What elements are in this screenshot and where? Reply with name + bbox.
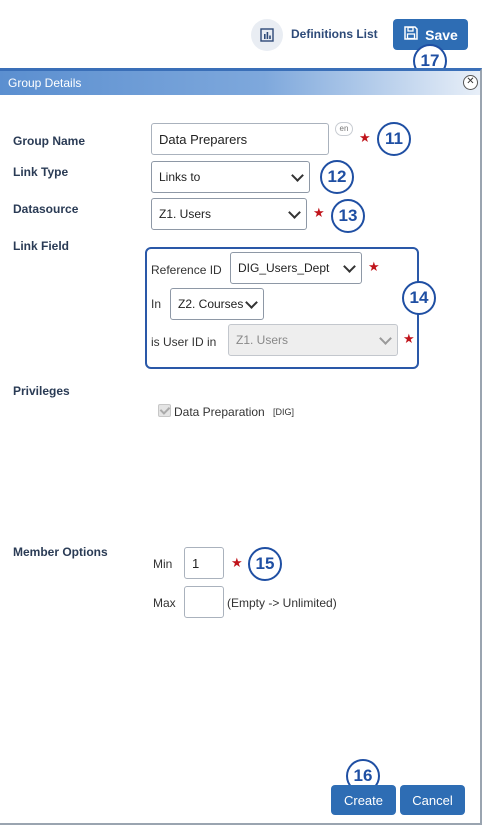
datasource-value: Z1. Users (159, 207, 212, 221)
max-label: Max (153, 596, 176, 610)
privileges-label: Privileges (13, 384, 70, 398)
link-type-label: Link Type (13, 165, 69, 179)
min-members-input[interactable]: 1 (184, 547, 224, 579)
chevron-down-icon (343, 259, 356, 273)
min-label: Min (153, 557, 173, 571)
required-star: ★ (403, 331, 415, 346)
privilege-tag: [DIG] (273, 407, 295, 417)
reference-id-value: DIG_Users_Dept (238, 261, 330, 275)
definitions-list-link[interactable]: Definitions List (291, 27, 378, 41)
link-type-select[interactable]: Links to (151, 161, 310, 193)
reference-id-label: Reference ID (151, 263, 222, 277)
callout-15: 15 (248, 547, 282, 581)
required-star: ★ (368, 259, 380, 274)
callout-12: 12 (320, 160, 354, 194)
data-preparation-label: Data Preparation (174, 405, 265, 419)
panel-header: Group Details ✕ (0, 71, 480, 95)
user-id-value: Z1. Users (236, 333, 289, 347)
callout-13: 13 (331, 199, 365, 233)
callout-14: 14 (402, 281, 436, 315)
group-name-label: Group Name (13, 134, 86, 148)
toolbar: Definitions List Save (0, 0, 484, 68)
group-details-panel: Group Details ✕ Group Name Data Preparer… (0, 68, 482, 825)
in-table-value: Z2. Courses (178, 297, 244, 311)
reference-id-select[interactable]: DIG_Users_Dept (230, 252, 362, 284)
chevron-down-icon (245, 295, 258, 309)
max-members-input[interactable] (184, 586, 224, 618)
close-icon[interactable]: ✕ (463, 75, 478, 90)
save-label: Save (425, 26, 458, 43)
datasource-select[interactable]: Z1. Users (151, 198, 307, 230)
link-field-label: Link Field (13, 239, 70, 253)
floppy-disk-icon (403, 25, 419, 44)
callout-11: 11 (377, 122, 411, 156)
panel-title: Group Details (8, 76, 82, 90)
language-badge[interactable]: en (335, 122, 353, 136)
user-id-label: is User ID in (151, 335, 217, 349)
required-star: ★ (359, 130, 371, 145)
datasource-label: Datasource (13, 202, 79, 216)
required-star: ★ (231, 555, 243, 570)
member-options-label: Member Options (13, 545, 108, 559)
group-name-input[interactable]: Data Preparers (151, 123, 329, 155)
required-star: ★ (313, 205, 325, 220)
in-label: In (151, 297, 162, 311)
in-table-select[interactable]: Z2. Courses (170, 288, 264, 320)
max-hint: (Empty -> Unlimited) (227, 596, 337, 610)
data-preparation-checkbox[interactable] (158, 404, 171, 417)
bar-chart-icon[interactable] (251, 19, 283, 51)
link-type-value: Links to (159, 170, 201, 184)
chevron-down-icon (291, 168, 304, 182)
create-button[interactable]: Create (331, 785, 396, 815)
chevron-down-icon (379, 331, 392, 345)
cancel-button[interactable]: Cancel (400, 785, 465, 815)
user-id-select: Z1. Users (228, 324, 398, 356)
chevron-down-icon (288, 205, 301, 219)
